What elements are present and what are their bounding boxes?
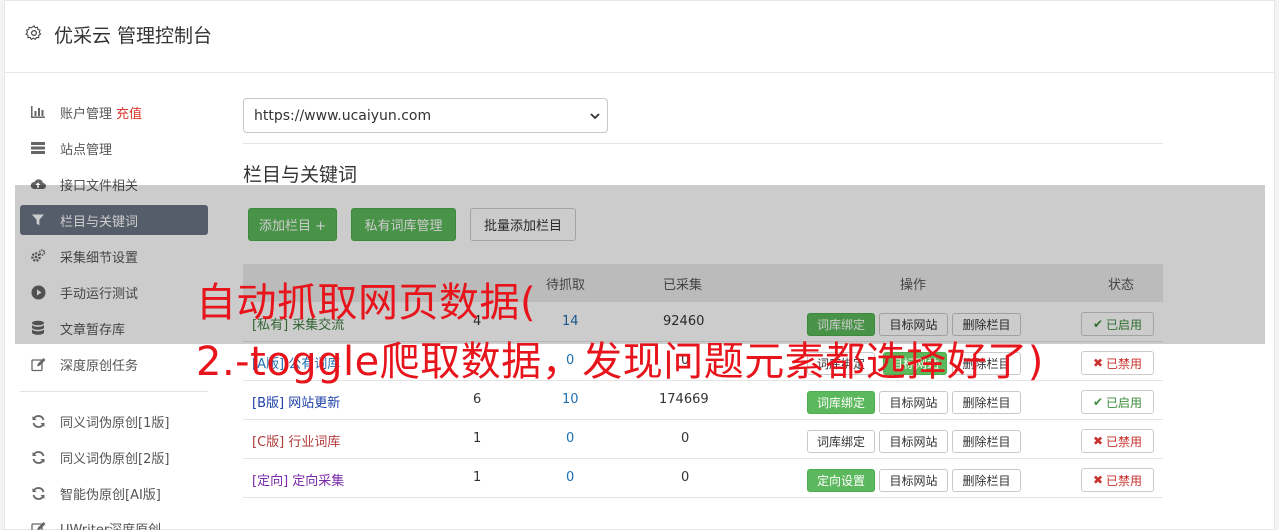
bind-library-button[interactable]: 词库绑定 — [807, 391, 875, 414]
site-select[interactable]: https://www.ucaiyun.com — [243, 98, 608, 133]
status-toggle[interactable]: ✔ 已启用 — [1081, 390, 1154, 414]
sidebar-item-sites[interactable]: 站点管理 — [20, 133, 208, 163]
caption-line-2: 2.-toggle爬取数据，发现问题元素都选择好了) — [196, 339, 1044, 385]
table-cell-pending: 0 — [566, 470, 575, 485]
table-cell-pending: 10 — [562, 392, 579, 407]
target-site-button[interactable]: 目标网站 — [879, 391, 948, 414]
sidebar-item-label: 深度原创任务 — [60, 358, 139, 374]
table-cell-collected: 0 — [681, 470, 690, 485]
sidebar-item-account[interactable]: 账户管理 充值 — [20, 97, 208, 127]
sidebar-item-synonym-v1[interactable]: 同义词伪原创[1版] — [20, 406, 208, 436]
table-cell: 1 — [473, 470, 482, 485]
header: 优采云 管理控制台 — [5, 1, 1274, 73]
target-site-button[interactable]: 目标网站 — [879, 469, 948, 492]
edit-icon — [30, 520, 46, 530]
sidebar-item-label: UWriter深度原创 — [60, 522, 162, 530]
directed-settings-button[interactable]: 定向设置 — [807, 469, 875, 492]
sidebar-divider — [20, 391, 208, 392]
close-icon: ✖ — [1092, 356, 1104, 370]
status-toggle[interactable]: ✖ 已禁用 — [1081, 468, 1154, 492]
target-site-button[interactable]: 目标网站 — [879, 430, 948, 453]
sidebar-item-uwriter[interactable]: UWriter深度原创 — [20, 513, 208, 530]
sidebar-item-label: 站点管理 — [60, 142, 113, 158]
table-cell-pending: 0 — [566, 431, 575, 446]
refresh-icon — [30, 485, 46, 501]
delete-column-button[interactable]: 删除栏目 — [952, 391, 1021, 414]
status-toggle[interactable]: ✖ 已禁用 — [1081, 429, 1154, 453]
status-toggle[interactable]: ✖ 已禁用 — [1081, 351, 1154, 375]
table-cell-collected: 174669 — [659, 392, 709, 407]
server-icon — [30, 140, 46, 156]
refresh-icon — [30, 449, 46, 465]
sidebar-item-label: 同义词伪原创[1版] — [60, 415, 170, 431]
sidebar-item-synonym-v2[interactable]: 同义词伪原创[2版] — [20, 442, 208, 472]
table-row-name[interactable]: [B版] 网站更新 — [252, 392, 340, 411]
app-title: 优采云 管理控制台 — [54, 25, 213, 47]
sidebar-item-deep-original[interactable]: 深度原创任务 — [20, 349, 208, 379]
section-title: 栏目与关键词 — [243, 164, 358, 186]
table-cell: 6 — [473, 392, 482, 407]
close-icon: ✖ — [1092, 434, 1104, 448]
delete-column-button[interactable]: 删除栏目 — [952, 430, 1021, 453]
row-divider — [243, 458, 1163, 459]
divider — [243, 143, 1163, 144]
row-divider — [243, 497, 1163, 498]
delete-column-button[interactable]: 删除栏目 — [952, 469, 1021, 492]
check-icon: ✔ — [1092, 395, 1104, 409]
table-cell-collected: 0 — [681, 431, 690, 446]
sidebar-item-label: 账户管理 — [60, 106, 113, 122]
table-row-name[interactable]: [C版] 行业词库 — [252, 431, 340, 450]
caption-line-1: 自动抓取网页数据( — [196, 280, 537, 326]
sidebar-item-ai-original[interactable]: 智能伪原创[AI版] — [20, 478, 208, 508]
bind-library-button[interactable]: 词库绑定 — [807, 430, 875, 453]
site-select-value: https://www.ucaiyun.com — [254, 107, 432, 124]
edit-icon — [30, 356, 46, 372]
table-row-name[interactable]: [定向] 定向采集 — [252, 470, 344, 489]
bar-chart-icon — [30, 104, 46, 120]
sidebar-item-label: 智能伪原创[AI版] — [60, 487, 161, 503]
close-icon: ✖ — [1092, 473, 1104, 487]
chevron-down-icon — [590, 113, 600, 120]
recharge-link[interactable]: 充值 — [116, 103, 142, 122]
row-divider — [243, 419, 1163, 420]
table-cell: 1 — [473, 431, 482, 446]
gear-icon — [25, 25, 42, 41]
sidebar-item-label: 同义词伪原创[2版] — [60, 451, 170, 467]
refresh-icon — [30, 413, 46, 429]
